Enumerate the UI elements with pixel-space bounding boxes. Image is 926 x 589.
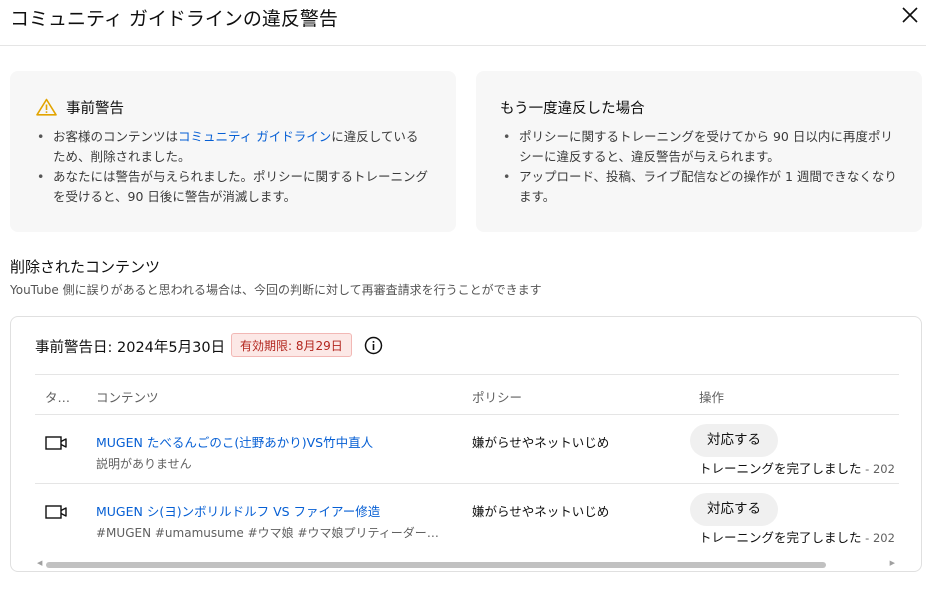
strike-card: 事前警告日: 2024年5月30日 有効期限: 8月29日 タ… コンテンツ ポ… — [10, 316, 922, 572]
training-status-date: - 202 — [861, 462, 895, 476]
content-title-link[interactable]: MUGEN シ(ヨ)ンボリルドルフ VS ファイアー修造 — [96, 501, 380, 520]
community-guidelines-link[interactable]: コミュニティ ガイドライン — [178, 129, 331, 144]
warning-item: お客様のコンテンツはコミュニティ ガイドラインに違反しているため、削除されました… — [34, 127, 430, 167]
repeat-violation-panel: もう一度違反した場合 ポリシーに関するトレーニングを受けてから 90 日以内に再… — [476, 71, 922, 232]
take-action-button[interactable]: 対応する — [690, 424, 778, 457]
video-icon — [45, 505, 67, 519]
training-status-date: - 202 — [861, 531, 895, 545]
training-status-text: トレーニングを完了しました — [699, 530, 862, 545]
training-status: トレーニングを完了しました - 202 — [699, 527, 899, 546]
removed-content-title: 削除されたコンテンツ — [10, 258, 161, 276]
video-icon — [45, 436, 67, 450]
table-header: タ… コンテンツ ポリシー 操作 — [35, 374, 899, 415]
policy-text: 嫌がらせやネットいじめ — [472, 504, 610, 519]
column-policy[interactable]: ポリシー — [472, 387, 522, 406]
policy-text: 嫌がらせやネットいじめ — [472, 435, 610, 450]
repeat-violation-item: アップロード、投稿、ライブ配信などの操作が 1 週間できなくなります。 — [500, 167, 900, 207]
table-row: MUGEN シ(ヨ)ンボリルドルフ VS ファイアー修造 #MUGEN #uma… — [35, 484, 899, 553]
column-content[interactable]: コンテンツ — [96, 387, 159, 406]
column-type[interactable]: タ… — [45, 387, 70, 406]
scroll-left-icon[interactable]: ◀ — [37, 559, 42, 567]
removed-content-description: YouTube 側に誤りがあると思われる場合は、今回の判断に対して再審査請求を行… — [10, 283, 542, 297]
warning-icon — [36, 98, 57, 116]
training-status-text: トレーニングを完了しました — [699, 461, 862, 476]
scrollbar-thumb[interactable] — [46, 562, 826, 568]
expiry-badge: 有効期限: 8月29日 — [231, 333, 352, 357]
warning-title: 事前警告 — [66, 101, 124, 117]
dialog-title: コミュニティ ガイドラインの違反警告 — [10, 8, 338, 30]
table-row: MUGEN たべるんごのこ(辻野あかり)VS竹中直人 説明がありません 嫌がらせ… — [35, 415, 899, 484]
take-action-button[interactable]: 対応する — [690, 493, 778, 526]
warning-item: あなたには警告が与えられました。ポリシーに関するトレーニングを受けると、90 日… — [34, 167, 430, 207]
strike-date: 事前警告日: 2024年5月30日 — [35, 340, 226, 356]
content-description: 説明がありません — [96, 457, 192, 471]
scroll-right-icon[interactable]: ▶ — [890, 559, 895, 567]
column-action[interactable]: 操作 — [699, 387, 724, 406]
training-status: トレーニングを完了しました - 202 — [699, 458, 899, 477]
content-title-link[interactable]: MUGEN たべるんごのこ(辻野あかり)VS竹中直人 — [96, 432, 373, 451]
close-icon[interactable] — [900, 5, 920, 25]
dialog-header: コミュニティ ガイドラインの違反警告 — [0, 0, 926, 46]
content-description: #MUGEN #umamusume #ウマ娘 #ウマ娘プリティーダービー … — [96, 526, 448, 540]
warning-text: お客様のコンテンツは — [53, 129, 179, 144]
repeat-violation-title: もう一度違反した場合 — [500, 101, 645, 117]
repeat-violation-list: ポリシーに関するトレーニングを受けてから 90 日以内に再度ポリシーに違反すると… — [500, 127, 900, 207]
horizontal-scrollbar[interactable]: ◀ ▶ — [35, 558, 899, 568]
info-icon[interactable] — [364, 336, 383, 355]
warning-panel: 事前警告 お客様のコンテンツはコミュニティ ガイドラインに違反しているため、削除… — [10, 71, 456, 232]
repeat-violation-item: ポリシーに関するトレーニングを受けてから 90 日以内に再度ポリシーに違反すると… — [500, 127, 900, 167]
warning-list: お客様のコンテンツはコミュニティ ガイドラインに違反しているため、削除されました… — [34, 127, 430, 207]
